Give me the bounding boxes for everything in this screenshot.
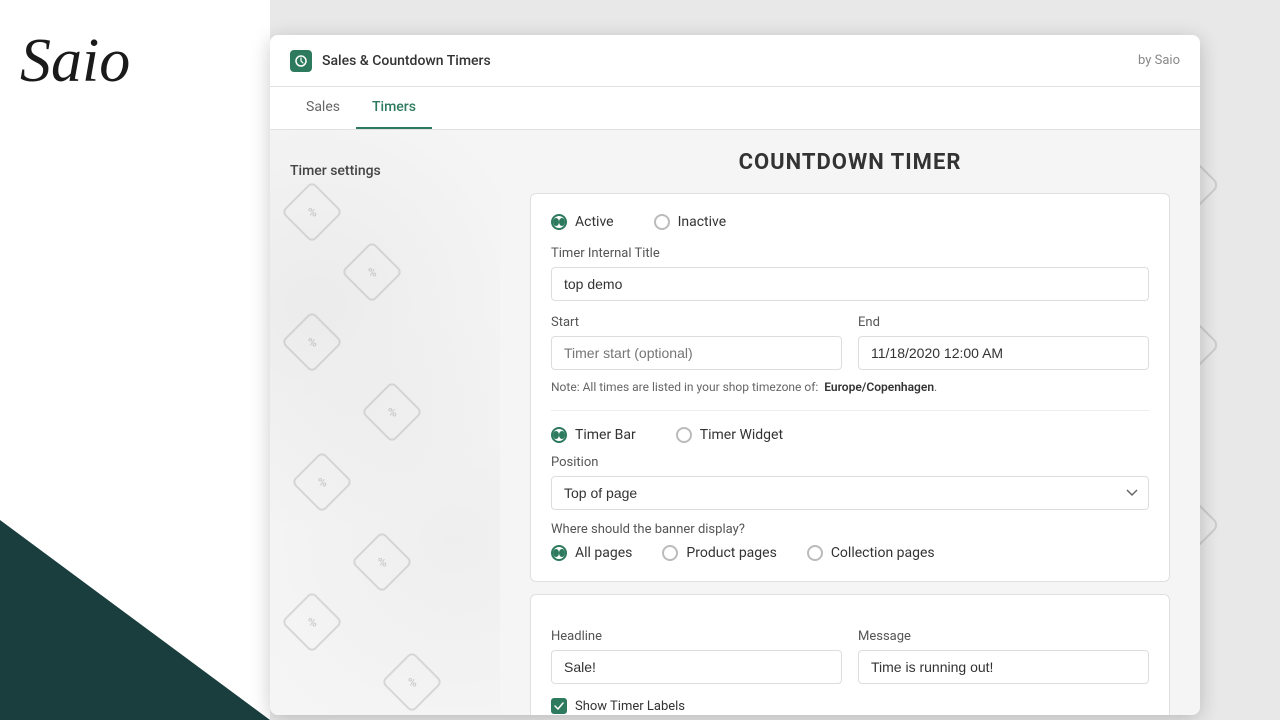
internal-title-label: Timer Internal Title (551, 246, 1149, 261)
timer-bar-radio-circle (551, 427, 567, 443)
start-col: Start (551, 315, 842, 370)
app-icon (290, 50, 312, 72)
headline-label: Headline (551, 629, 842, 644)
start-label: Start (551, 315, 842, 330)
timer-widget-radio[interactable]: Timer Widget (676, 427, 783, 443)
timer-bar-radio[interactable]: Timer Bar (551, 427, 636, 443)
message-label: Message (858, 629, 1149, 644)
timer-bar-label: Timer Bar (575, 427, 636, 443)
position-label: Position (551, 455, 1149, 470)
product-pages-radio-circle (662, 545, 678, 561)
product-pages-label: Product pages (686, 545, 776, 561)
page-title: COUNTDOWN TIMER (530, 150, 1170, 175)
sidebar-title: Timer settings (290, 163, 381, 179)
headline-input[interactable] (551, 650, 842, 684)
banner-display-section: Where should the banner display? All pag… (551, 522, 1149, 561)
active-radio[interactable]: Active (551, 214, 614, 230)
start-input[interactable] (551, 336, 842, 370)
banner-display-label: Where should the banner display? (551, 522, 1149, 537)
collection-pages-radio[interactable]: Collection pages (807, 545, 935, 561)
inactive-radio[interactable]: Inactive (654, 214, 727, 230)
sidebar-percent-icon: % (341, 241, 403, 303)
active-label: Active (575, 214, 614, 230)
position-select[interactable]: Top of page Bottom of page (551, 476, 1149, 510)
headline-col: Headline (551, 629, 842, 684)
message-col: Message (858, 629, 1149, 684)
sidebar: % % % % % % % % Timer settings (270, 130, 500, 715)
all-pages-radio-circle (551, 545, 567, 561)
show-timer-labels-check (551, 698, 567, 714)
timer-widget-label: Timer Widget (700, 427, 783, 443)
app-window: Sales & Countdown Timers by Saio Sales T… (270, 35, 1200, 715)
collection-pages-label: Collection pages (831, 545, 935, 561)
active-radio-circle (551, 214, 567, 230)
nav-tabs: Sales Timers (270, 87, 1200, 130)
timer-widget-radio-circle (676, 427, 692, 443)
product-pages-radio[interactable]: Product pages (662, 545, 776, 561)
sidebar-percent-icon: % (361, 381, 423, 443)
inactive-label: Inactive (678, 214, 727, 230)
sidebar-percent-icon: % (381, 651, 443, 713)
sidebar-percent-icon: % (351, 531, 413, 593)
status-card: Active Inactive Timer Internal Title Sta… (530, 193, 1170, 582)
app-logo: Saio (20, 30, 130, 92)
tab-sales[interactable]: Sales (290, 87, 356, 129)
tab-timers[interactable]: Timers (356, 87, 432, 129)
inactive-radio-circle (654, 214, 670, 230)
top-bar-left: Sales & Countdown Timers (290, 50, 491, 72)
show-timer-labels-checkbox[interactable]: Show Timer Labels (551, 698, 1149, 714)
end-input[interactable] (858, 336, 1149, 370)
byline: by Saio (1138, 53, 1180, 68)
end-col: End (858, 315, 1149, 370)
form-area: COUNTDOWN TIMER Active Inactive (500, 130, 1200, 715)
all-pages-label: All pages (575, 545, 632, 561)
headline-message-card: Headline Message (530, 594, 1170, 715)
show-timer-labels-text: Show Timer Labels (575, 699, 685, 714)
message-input[interactable] (858, 650, 1149, 684)
headline-message-row: Headline Message (551, 629, 1149, 684)
sidebar-percent-icon: % (281, 181, 343, 243)
sidebar-percent-icon: % (281, 311, 343, 373)
timer-type-group: Timer Bar Timer Widget (551, 427, 1149, 443)
timezone-note: Note: All times are listed in your shop … (551, 380, 1149, 394)
all-pages-radio[interactable]: All pages (551, 545, 632, 561)
start-end-row: Start End (551, 315, 1149, 370)
internal-title-input[interactable] (551, 267, 1149, 301)
sidebar-percent-icon: % (281, 591, 343, 653)
sidebar-percent-icon: % (291, 451, 353, 513)
collection-pages-radio-circle (807, 545, 823, 561)
top-bar: Sales & Countdown Timers by Saio (270, 35, 1200, 87)
divider (551, 410, 1149, 411)
app-title: Sales & Countdown Timers (322, 53, 491, 69)
show-timer-labels-row: Show Timer Labels (551, 698, 1149, 714)
status-radio-group: Active Inactive (551, 214, 1149, 230)
end-label: End (858, 315, 1149, 330)
main-content: % % % % % % % % Timer settings COUNTDOWN… (270, 130, 1200, 715)
banner-options: All pages Product pages Collection pages (551, 545, 1149, 561)
